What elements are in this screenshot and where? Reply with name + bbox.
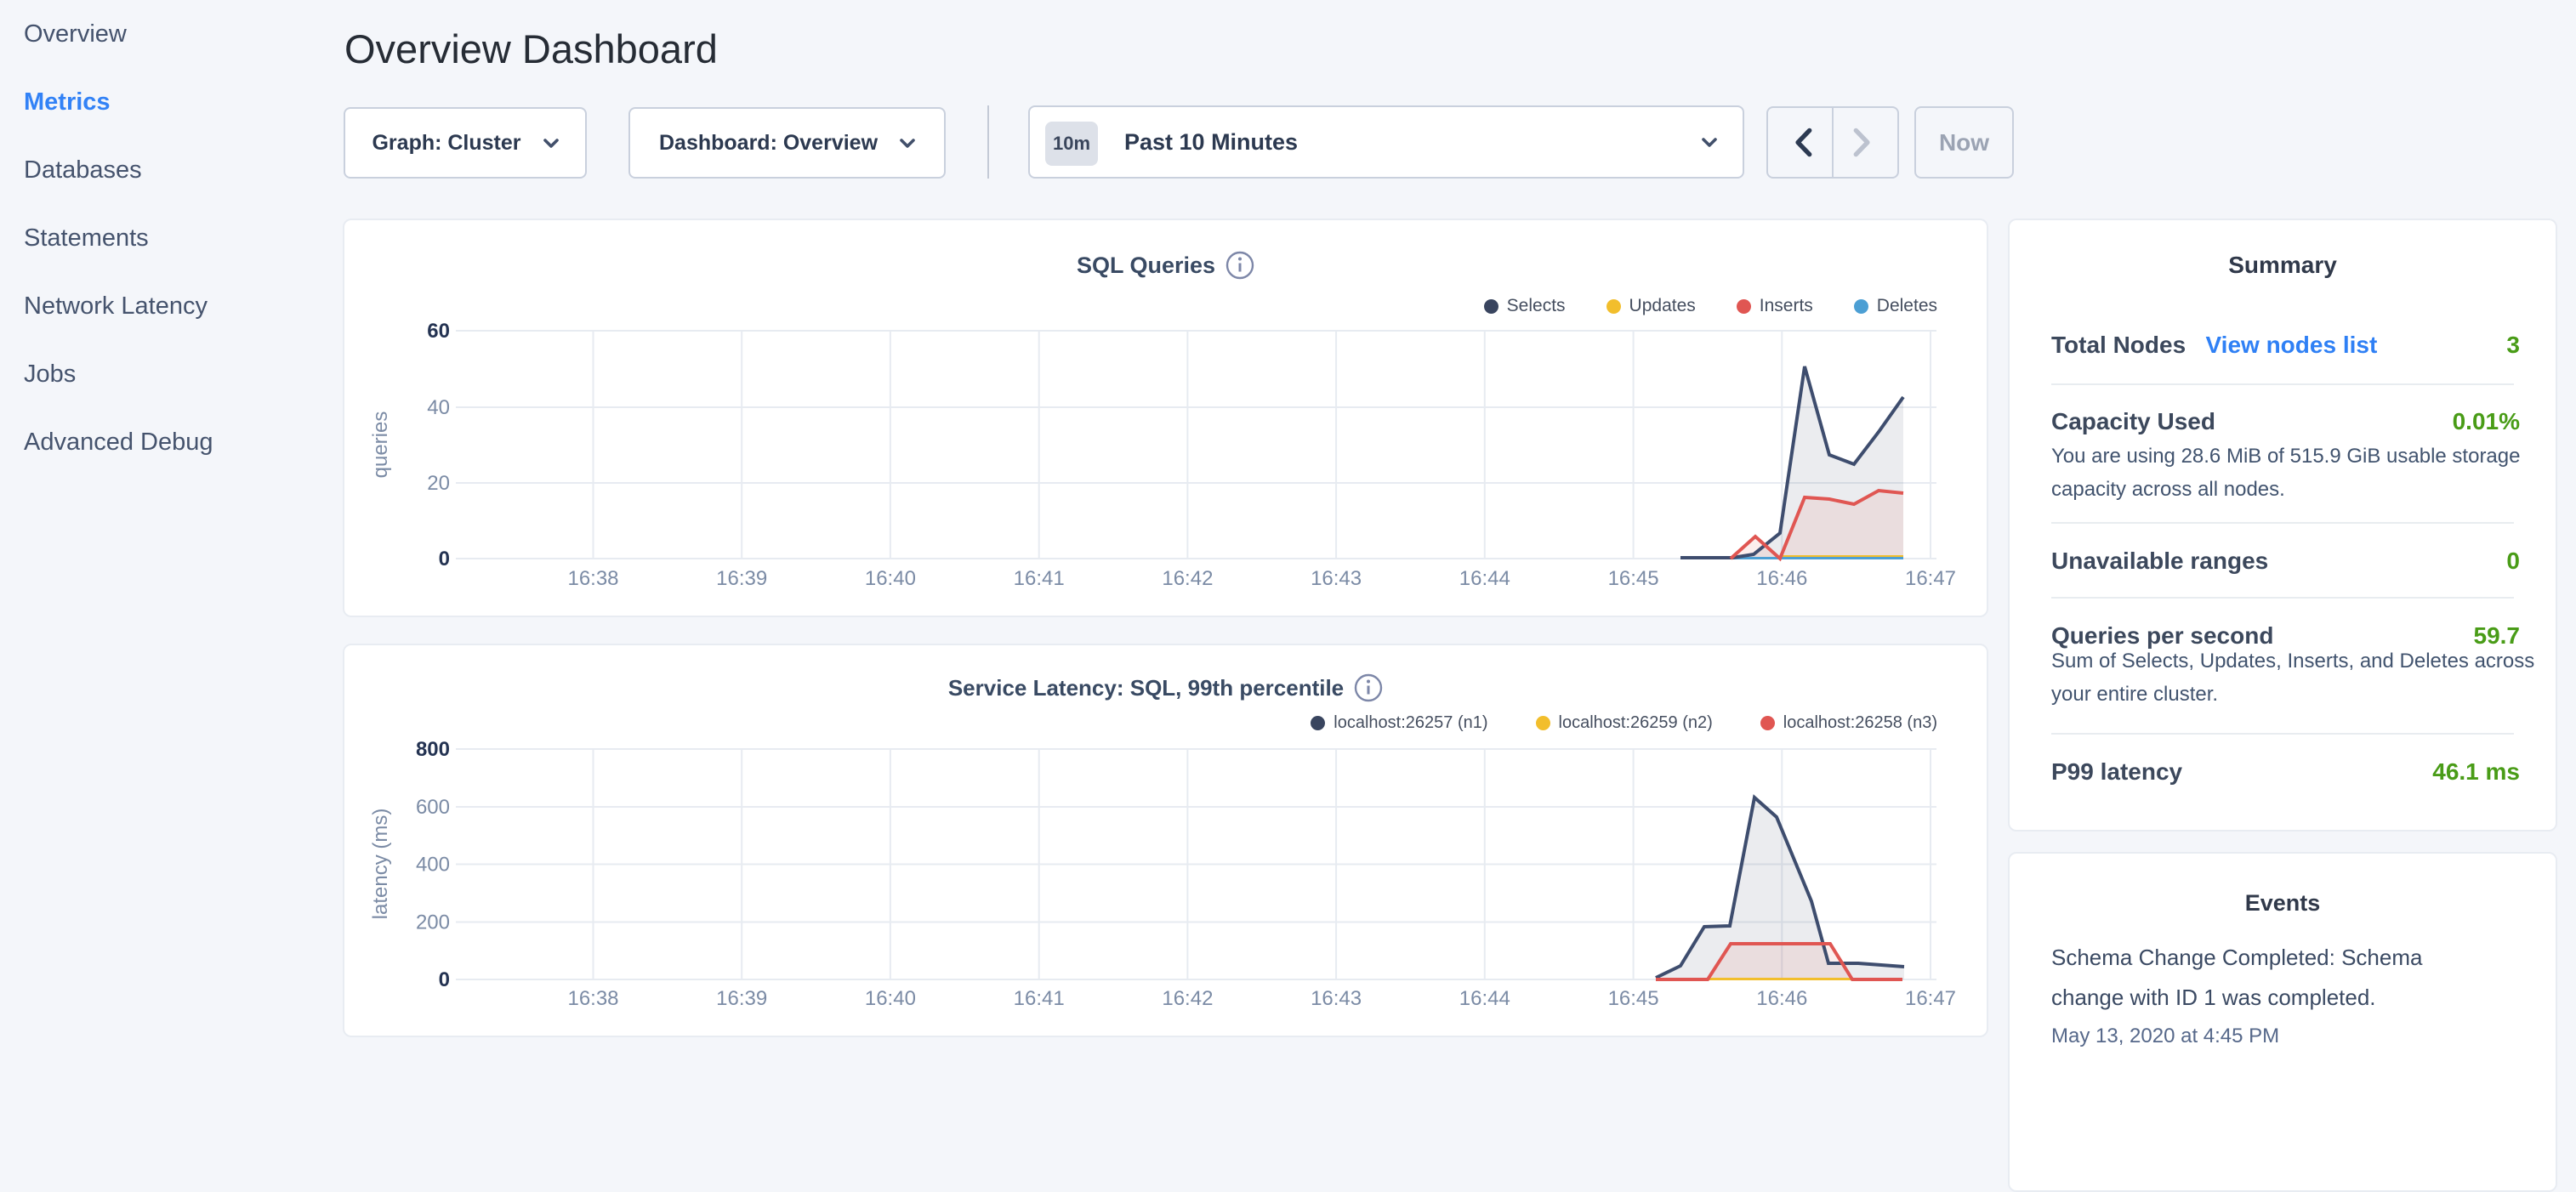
svg-text:16:44: 16:44: [1459, 567, 1510, 590]
svg-text:16:47: 16:47: [1905, 567, 1956, 590]
svg-text:16:39: 16:39: [716, 987, 767, 1010]
svg-text:16:39: 16:39: [716, 567, 767, 590]
svg-text:0: 0: [439, 968, 450, 991]
svg-text:0: 0: [439, 548, 450, 570]
svg-text:16:43: 16:43: [1311, 567, 1362, 590]
svg-text:40: 40: [427, 396, 450, 419]
svg-text:600: 600: [416, 796, 450, 819]
svg-text:16:47: 16:47: [1905, 987, 1956, 1010]
svg-text:20: 20: [427, 472, 450, 495]
svg-text:200: 200: [416, 911, 450, 934]
svg-text:16:42: 16:42: [1162, 987, 1213, 1010]
svg-text:latency (ms): latency (ms): [369, 809, 392, 920]
svg-text:16:38: 16:38: [567, 987, 618, 1010]
svg-text:60: 60: [427, 320, 450, 343]
svg-text:16:40: 16:40: [865, 567, 916, 590]
svg-text:16:41: 16:41: [1014, 987, 1065, 1010]
svg-text:16:45: 16:45: [1608, 987, 1659, 1010]
svg-text:16:42: 16:42: [1162, 567, 1213, 590]
svg-text:16:44: 16:44: [1459, 987, 1510, 1010]
svg-text:16:46: 16:46: [1756, 567, 1807, 590]
svg-text:800: 800: [416, 738, 450, 761]
svg-text:16:45: 16:45: [1608, 567, 1659, 590]
svg-text:queries: queries: [369, 412, 392, 479]
svg-text:16:46: 16:46: [1756, 987, 1807, 1010]
svg-text:16:41: 16:41: [1014, 567, 1065, 590]
svg-text:400: 400: [416, 854, 450, 877]
svg-text:16:40: 16:40: [865, 987, 916, 1010]
svg-text:16:43: 16:43: [1311, 987, 1362, 1010]
svg-text:16:38: 16:38: [567, 567, 618, 590]
